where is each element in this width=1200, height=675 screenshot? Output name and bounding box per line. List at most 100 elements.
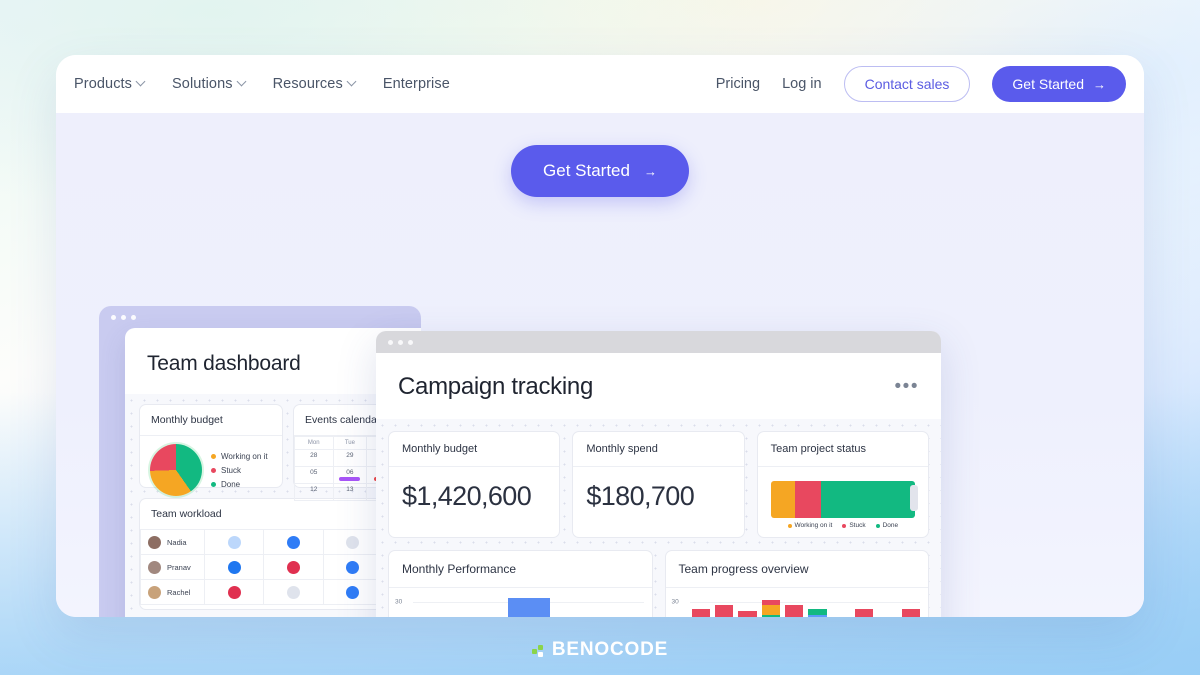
- bar-segment: [761, 615, 780, 617]
- budget-legend: Working on it Stuck Done: [211, 452, 268, 489]
- monthly-budget-card-title: Monthly budget: [140, 405, 282, 436]
- calendar-cell[interactable]: 28: [294, 449, 334, 467]
- chart-title: Team progress overview: [665, 551, 928, 588]
- calendar-day-number: 13: [346, 486, 354, 493]
- hero-cta-wrapper: Get Started →: [56, 113, 1144, 197]
- calendar-cell[interactable]: 06: [332, 466, 368, 484]
- nav-item-products[interactable]: Products: [74, 76, 145, 92]
- avatar: [148, 585, 161, 599]
- workload-status-cell[interactable]: [203, 554, 265, 580]
- get-started-button-nav[interactable]: Get Started →: [992, 66, 1126, 102]
- window-dot-icon: [408, 339, 413, 345]
- stacked-bar[interactable]: [761, 600, 780, 617]
- nav-actions-group: Pricing Log in Contact sales Get Started…: [716, 66, 1126, 102]
- monthly-performance-chart-card: Monthly Performance 0102030: [388, 550, 653, 617]
- workload-status-cell[interactable]: [263, 579, 324, 605]
- kpi-row: Monthly budget $1,420,600 Monthly spend …: [388, 431, 929, 538]
- status-dot-icon: [346, 535, 360, 549]
- status-dot-icon: [346, 585, 360, 599]
- stacked-bar[interactable]: [738, 610, 757, 617]
- kpi-monthly-spend: Monthly spend $180,700: [572, 431, 745, 538]
- monthly-budget-card: Monthly budget Working on it Stuck Done: [139, 404, 283, 496]
- window-dot-icon: [388, 339, 393, 345]
- kpi-title: Team project status: [757, 432, 928, 467]
- calendar-day-header: Tue: [332, 436, 368, 450]
- bar-segment: [714, 604, 734, 617]
- footer-logo: BENOCODE: [0, 639, 1200, 661]
- legend-label: Stuck: [221, 465, 242, 475]
- team-progress-plot: 0102030: [666, 588, 929, 617]
- nav-link-login[interactable]: Log in: [782, 76, 822, 92]
- window-dot-icon: [111, 314, 116, 320]
- workload-status-cell[interactable]: [322, 554, 383, 580]
- campaign-tracking-window: Campaign tracking ••• Monthly budget $1,…: [376, 331, 941, 617]
- calendar-event-bar: [339, 477, 361, 481]
- avatar: [148, 560, 161, 574]
- status-bar-handle: [909, 485, 918, 511]
- nav-link-pricing[interactable]: Pricing: [716, 76, 760, 92]
- status-legend: Working on it Stuck Done: [758, 522, 928, 537]
- bar-series: [415, 594, 644, 617]
- bar-segment: [784, 604, 804, 617]
- stacked-bar[interactable]: [714, 604, 734, 617]
- stacked-bar[interactable]: [784, 604, 804, 617]
- stacked-bar[interactable]: [808, 608, 827, 617]
- status-segment-done: [821, 481, 915, 518]
- window-titlebar: [376, 331, 941, 353]
- project-status-bar: [770, 481, 915, 518]
- calendar-day-number: 29: [346, 452, 354, 459]
- calendar-cell[interactable]: 13: [332, 483, 368, 501]
- stacked-bar[interactable]: [854, 608, 874, 617]
- window-dot-icon: [398, 339, 403, 345]
- nav-item-enterprise-label: Enterprise: [382, 76, 450, 92]
- bar[interactable]: [508, 598, 551, 617]
- workload-status-cell[interactable]: [263, 554, 324, 580]
- monthly-performance-plot: 0102030: [389, 588, 652, 617]
- status-dot-icon: [346, 560, 360, 574]
- calendar-day-header: Mon: [294, 436, 334, 450]
- workload-status-cell[interactable]: [203, 579, 265, 605]
- nav-menu-group: Products Solutions Resources Enterprise: [74, 76, 450, 92]
- get-started-button-hero[interactable]: Get Started →: [511, 145, 689, 197]
- hero-section: Get Started → Team dashboard Monthly bud…: [56, 113, 1144, 617]
- window-dot-icon: [131, 314, 136, 320]
- workload-status-cell[interactable]: [203, 529, 265, 555]
- nav-item-solutions-label: Solutions: [172, 76, 233, 92]
- get-started-hero-label: Get Started: [543, 161, 630, 180]
- stacked-bar-series: [691, 594, 921, 617]
- nav-item-resources[interactable]: Resources: [273, 76, 356, 92]
- member-name: Pranav: [167, 562, 191, 572]
- kpi-value: $1,420,600: [402, 481, 532, 511]
- status-dot-icon: [227, 585, 241, 599]
- chevron-down-icon: [137, 78, 145, 86]
- workload-status-cell[interactable]: [263, 529, 324, 555]
- legend-label: Working on it: [794, 522, 833, 529]
- status-segment-stuck: [795, 481, 822, 518]
- member-name: Nadia: [167, 537, 187, 547]
- calendar-cell[interactable]: 05: [294, 466, 334, 484]
- calendar-cell[interactable]: 12: [294, 483, 334, 501]
- status-dot-icon: [286, 585, 300, 599]
- contact-sales-button[interactable]: Contact sales: [843, 66, 971, 102]
- nav-item-solutions[interactable]: Solutions: [172, 76, 246, 92]
- bar-segment: [761, 604, 780, 616]
- stacked-bar[interactable]: [691, 608, 710, 617]
- status-dot-icon: [227, 535, 241, 549]
- member-name: Rachel: [167, 587, 191, 597]
- legend-item: Stuck: [842, 522, 866, 529]
- workload-name-cell: Nadia: [140, 529, 205, 555]
- ellipsis-icon[interactable]: •••: [895, 377, 919, 397]
- team-dashboard-window: Team dashboard Monthly budget Working on…: [99, 306, 421, 617]
- status-dot-icon: [286, 535, 300, 549]
- workload-status-cell[interactable]: [322, 529, 383, 555]
- calendar-day-number: 28: [310, 452, 318, 459]
- workload-status-cell[interactable]: [322, 579, 383, 605]
- nav-item-products-label: Products: [74, 76, 133, 92]
- calendar-cell[interactable]: 29: [332, 449, 368, 467]
- kpi-monthly-budget: Monthly budget $1,420,600: [388, 431, 561, 538]
- calendar-day-number: 05: [310, 469, 318, 476]
- stacked-bar[interactable]: [901, 608, 920, 617]
- campaign-title: Campaign tracking: [398, 373, 593, 400]
- nav-item-enterprise[interactable]: Enterprise: [383, 76, 450, 92]
- bar-segment: [854, 608, 874, 617]
